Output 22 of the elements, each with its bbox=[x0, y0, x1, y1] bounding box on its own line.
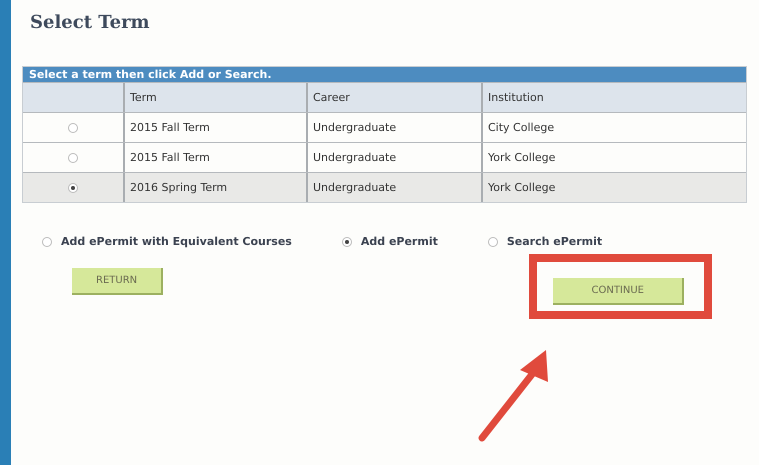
option-label: Search ePermit bbox=[506, 235, 602, 248]
radio-button[interactable] bbox=[68, 182, 78, 192]
radio-button[interactable] bbox=[342, 236, 352, 246]
table-cell: City College bbox=[481, 113, 746, 142]
column-header: Career bbox=[306, 83, 481, 112]
table-cell: 2015 Fall Term bbox=[123, 113, 306, 142]
radio-button[interactable] bbox=[488, 236, 498, 246]
table-cell: York College bbox=[481, 173, 746, 202]
page-title: Select Term bbox=[30, 12, 151, 35]
table-caption: Select a term then click Add or Search. bbox=[23, 67, 746, 82]
radio-button[interactable] bbox=[68, 152, 78, 162]
continue-button[interactable]: CONTINUE bbox=[553, 278, 684, 305]
radio-button[interactable] bbox=[42, 236, 52, 246]
column-header: Term bbox=[123, 83, 306, 112]
table-cell: Undergraduate bbox=[306, 113, 481, 142]
table-cell: Undergraduate bbox=[306, 173, 481, 202]
option-label: Add ePermit bbox=[360, 235, 438, 248]
column-header: Institution bbox=[481, 83, 746, 112]
radio-button[interactable] bbox=[68, 122, 78, 132]
table-cell: 2016 Spring Term bbox=[123, 173, 306, 202]
return-button[interactable]: RETURN bbox=[72, 268, 164, 295]
option-label: Add ePermit with Equivalent Courses bbox=[61, 235, 292, 248]
